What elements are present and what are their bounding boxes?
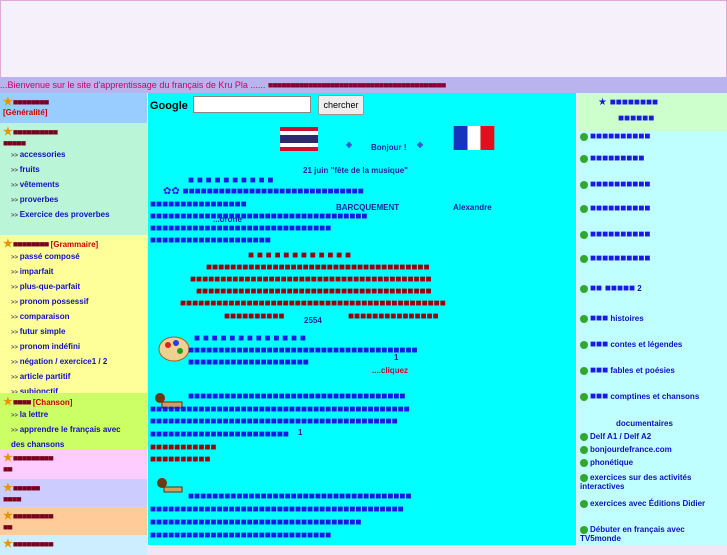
menu-item-pronom-indefini[interactable]: pronom indéfini xyxy=(11,340,144,355)
marquee-glyphs: ■■■■■■■■■■■■■■■■■■■■■■■■■■■■■■■■■■■■■■■■ xyxy=(267,80,446,90)
link-didier[interactable]: exercices avec Éditions Didier xyxy=(590,499,705,508)
link-delf[interactable]: Delf A1 / Delf A2 xyxy=(590,432,651,441)
counter-one-b: 1 xyxy=(298,428,303,437)
link-documentaires[interactable]: documentaires xyxy=(616,419,673,428)
main-content: Google chercher ◈ Bonjour ! ◈ 21 juin "f… xyxy=(148,93,576,545)
menu-item-plus-que-parfait[interactable]: plus-que-parfait xyxy=(11,280,144,295)
link-activites[interactable]: exercices sur des activités interactives xyxy=(580,473,691,491)
section-misc-2: ★■■■■■■ ■■■■ xyxy=(0,479,147,507)
greeting: Bonjour ! xyxy=(371,143,407,152)
year-label: 2554 xyxy=(304,316,322,325)
menu-item-negation[interactable]: négation / exercice1 / 2 xyxy=(11,355,144,370)
bullet-icon xyxy=(580,254,588,263)
bullet-icon xyxy=(580,180,588,189)
welcome-marquee: ...Bienvenue sur le site d'apprentissage… xyxy=(0,77,727,93)
star-icon: ★ xyxy=(3,538,13,550)
section-misc-1: ★■■■■■■■■■ ■■ xyxy=(0,449,147,479)
marquee-text: ...Bienvenue sur le site d'apprentissage… xyxy=(0,80,266,90)
thai-flag-icon xyxy=(280,127,318,151)
link-contes[interactable]: contes et légendes xyxy=(610,340,682,349)
bullet-icon xyxy=(580,340,588,349)
section-chanson: ★■■■■ [Chanson] la lettre apprendre le f… xyxy=(0,393,147,449)
link-phonetique[interactable]: phonétique xyxy=(590,458,633,467)
menu-item-chansons[interactable]: apprendre le français avec des chansons xyxy=(11,423,126,449)
link-fables[interactable]: fables et poésies xyxy=(610,366,674,375)
bullet-icon xyxy=(580,230,588,239)
right-sidebar: ★ ■■■■■■■■ ■■■■■■ ■■■■■■■■■■ ■■■■■■■■■ ■… xyxy=(578,93,727,545)
grammaire-heading[interactable]: [Grammaire] xyxy=(51,240,99,249)
event-title: 21 juin "fête de la musique" xyxy=(303,166,408,175)
section-grammaire: ★■■■■■■■■ [Grammaire] passé composé impa… xyxy=(0,235,147,393)
menu-item-exercice-proverbes[interactable]: Exercice des proverbes xyxy=(11,208,144,223)
bullet-icon xyxy=(580,132,588,141)
author-firstname: Alexandre xyxy=(453,203,492,212)
search-input[interactable] xyxy=(193,96,311,113)
generalite-heading[interactable]: [Généralité] xyxy=(3,108,47,117)
menu-item-accessories[interactable]: accessories xyxy=(11,148,144,163)
section-misc-4: ★■■■■■■■■■ xyxy=(0,535,147,555)
chanson-heading[interactable]: [Chanson] xyxy=(33,398,73,407)
bullet-icon xyxy=(580,366,588,375)
link-tv5monde[interactable]: Débuter en français avec TV5monde xyxy=(580,525,685,543)
menu-item-vetements[interactable]: vêtements xyxy=(11,178,144,193)
star-icon: ★ xyxy=(3,482,13,494)
section-misc-3: ★■■■■■■■■■ ■■ xyxy=(0,507,147,535)
star-icon: ★ xyxy=(3,510,13,522)
link-histoires[interactable]: histoires xyxy=(610,314,643,323)
bullet-icon xyxy=(580,525,588,534)
menu-item-pronom-possessif[interactable]: pronom possessif xyxy=(11,295,144,310)
left-sidebar: ★■■■■■■■■ [Généralité] ★■■■■■■■■■■ ■■■■■ … xyxy=(0,93,147,555)
counter-one: 1 xyxy=(394,353,399,362)
bullet-icon xyxy=(580,473,588,482)
bullet-icon xyxy=(580,432,588,441)
menu-item-comparaison[interactable]: comparaison xyxy=(11,310,144,325)
star-icon: ★ xyxy=(3,126,13,138)
right-num: 2 xyxy=(637,284,642,293)
menu-item-passe-compose[interactable]: passé composé xyxy=(11,250,144,265)
bullet-icon xyxy=(580,445,588,454)
section-vocabulaire: ★■■■■■■■■■■■■■■■ accessories fruits vête… xyxy=(0,123,147,235)
menu-item-fruits[interactable]: fruits xyxy=(11,163,144,178)
link-bonjourdefrance[interactable]: bonjourdefrance.com xyxy=(590,445,672,454)
bullet-icon xyxy=(580,204,588,213)
bullet-icon xyxy=(580,499,588,508)
bullet-icon xyxy=(580,314,588,323)
singer-icon xyxy=(157,478,183,493)
star-icon: ★ xyxy=(3,96,13,108)
search-button[interactable]: chercher xyxy=(318,95,364,115)
menu-item-proverbes[interactable]: proverbes xyxy=(11,193,144,208)
diamond-icon: ◈ xyxy=(417,140,424,149)
french-flag-icon xyxy=(453,126,495,150)
menu-item-article-partitif[interactable]: article partitif xyxy=(11,370,144,385)
menu-item-la-lettre[interactable]: la lettre xyxy=(11,408,144,423)
menu-item-imparfait[interactable]: imparfait xyxy=(11,265,144,280)
google-label: Google xyxy=(150,100,188,112)
link-comptines[interactable]: comptines et chansons xyxy=(610,392,699,401)
diamond-icon: ◈ xyxy=(346,140,353,149)
bullet-icon xyxy=(580,458,588,467)
bullet-icon xyxy=(580,154,588,163)
star-icon: ★ xyxy=(3,452,13,464)
right-header: ★ ■■■■■■■■ ■■■■■■ xyxy=(578,93,727,131)
star-icon: ★ xyxy=(3,396,13,408)
bullet-icon xyxy=(580,284,588,293)
section-generalite: ★■■■■■■■■ [Généralité] xyxy=(0,93,147,123)
top-banner xyxy=(0,0,727,78)
menu-item-subjonctif[interactable]: subjonctif xyxy=(11,385,144,393)
cliquez-link[interactable]: ....cliquez xyxy=(372,366,408,375)
palette-icon xyxy=(158,336,190,362)
star-icon: ★ xyxy=(3,238,13,250)
bullet-icon xyxy=(580,392,588,401)
menu-item-futur-simple[interactable]: futur simple xyxy=(11,325,144,340)
